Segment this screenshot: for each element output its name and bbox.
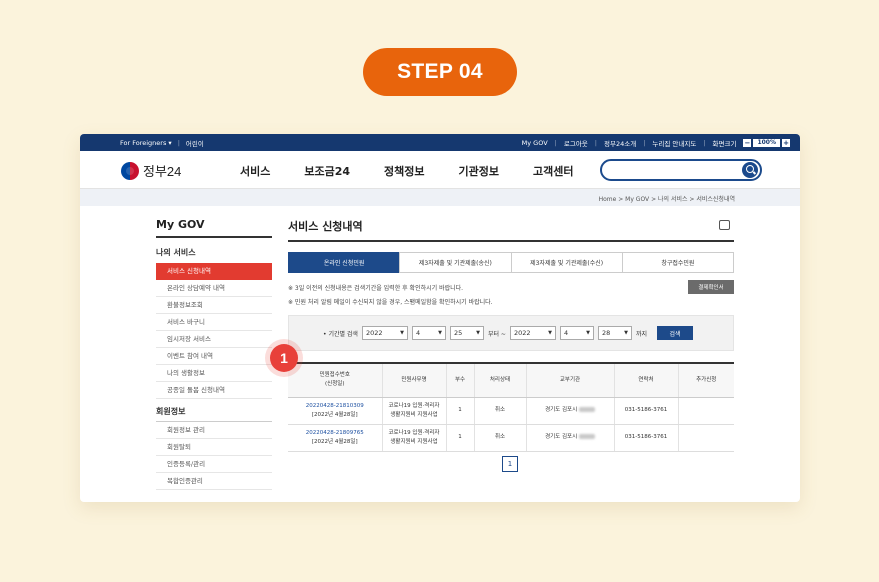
col-header-status: 처리상태 <box>473 363 526 398</box>
site-header: 정부24 서비스 보조금24 정책정보 기관정보 고객센터 <box>80 151 800 189</box>
nav-support[interactable]: 고객센터 <box>533 163 573 179</box>
for-foreigners-link[interactable]: For Foreigners ▾ <box>120 139 172 147</box>
tab-third-party-received[interactable]: 제3자제출 및 기관제출(수신) <box>510 252 623 273</box>
page-title: 서비스 신청내역 <box>288 218 734 242</box>
receipt-number-link[interactable]: 20220428-21810309 <box>306 403 364 409</box>
to-day-select[interactable]: 28 ▼ <box>597 326 632 340</box>
logo-text: 정부24 <box>143 164 182 179</box>
table-header-row: 민원접수번호 (신청일) 민원사무명 부수 처리상태 교부기관 연락처 추가신청 <box>288 363 734 398</box>
sidebar-item-life-info[interactable]: 나의 생활정보 <box>156 365 272 382</box>
step-badge: STEP 04 <box>363 48 517 96</box>
col-header-receipt-no: 민원접수번호 (신청일) <box>288 363 382 398</box>
col-header-agency: 교부기관 <box>525 363 614 398</box>
sidebar-item-member-manage[interactable]: 회원정보 관리 <box>156 422 272 439</box>
logout-link[interactable]: 로그아웃 <box>564 138 588 148</box>
search-button[interactable]: 검색 <box>657 326 693 340</box>
sidebar-item-temp-saved[interactable]: 임시저장 서비스 <box>156 331 272 348</box>
redacted-text <box>578 407 595 413</box>
print-icon[interactable] <box>719 220 730 230</box>
from-month-select[interactable]: 4 ▼ <box>411 326 446 340</box>
main-nav: 서비스 보조금24 정책정보 기관정보 고객센터 <box>240 163 608 179</box>
chevron-down-icon: ▼ <box>586 330 590 336</box>
chevron-down-icon: ▼ <box>624 330 628 336</box>
col-header-count: 부수 <box>445 363 474 398</box>
notice: ※ 3일 이전의 신청내용은 검색기간을 입력한 후 확인하시기 바랍니다. ※… <box>288 280 734 311</box>
site-logo[interactable]: 정부24 <box>121 161 181 180</box>
table-row: 20220428-21809765 [2022년 4월28일] 코로나19 입원·… <box>288 424 734 452</box>
col-header-extra: 추가신청 <box>677 363 734 398</box>
from-year-select[interactable]: 2022 ▼ <box>361 326 408 340</box>
period-filter: • 기간별 검색 2022 ▼ 4 ▼ 25 ▼ 부터 ~ 2022 ▼ 4 ▼ 28 ▼ … <box>288 315 734 351</box>
browser-window: For Foreigners ▾ | 어린이 My GOV | 로그아웃 | 정부2… <box>80 134 800 502</box>
chevron-down-icon: ▼ <box>400 330 404 336</box>
zoom-control: − 100% + <box>743 138 790 147</box>
nav-service[interactable]: 서비스 <box>240 163 270 179</box>
nav-subsidy[interactable]: 보조금24 <box>304 163 350 179</box>
search-input[interactable] <box>600 159 762 181</box>
kids-link[interactable]: 어린이 <box>186 138 204 148</box>
search-icon[interactable] <box>742 162 758 178</box>
sidebar-section-my-service: 나의 서비스 <box>156 248 196 257</box>
tab-counter[interactable]: 창구접수민원 <box>621 252 734 273</box>
sidebar-item-refund[interactable]: 환불정보조회 <box>156 297 272 314</box>
sidebar-item-care[interactable]: 공종일 돌봄 신청내역 <box>156 382 272 399</box>
sidebar-section-member: 회원정보 <box>156 406 272 422</box>
col-header-contact: 연락처 <box>613 363 678 398</box>
from-day-select[interactable]: 25 ▼ <box>449 326 484 340</box>
payment-confirm-button[interactable]: 결제확인서 <box>688 280 734 294</box>
sitemap-link[interactable]: 누리집 안내지도 <box>652 138 696 148</box>
redacted-text <box>578 434 595 440</box>
sidebar: My GOV 나의 서비스 서비스 신청내역 온라인 상담예약 내역 환불정보조… <box>156 218 272 490</box>
about-link[interactable]: 정부24소개 <box>604 138 636 148</box>
mygov-link[interactable]: My GOV <box>522 139 548 147</box>
chevron-down-icon: ▼ <box>438 330 442 336</box>
chevron-down-icon: ▼ <box>476 330 480 336</box>
notice-line-2: ※ 민원 처리 알림 메일이 수신되지 않을 경우, 스팸메일함을 확인하시기 … <box>288 299 493 306</box>
sidebar-item-cert[interactable]: 인증등록/관리 <box>156 456 272 473</box>
taegeuk-logo-icon <box>121 161 139 180</box>
filter-label: • 기간별 검색 <box>323 330 358 338</box>
zoom-out-button[interactable]: − <box>743 138 752 147</box>
application-table: 민원접수번호 (신청일) 민원사무명 부수 처리상태 교부기관 연락처 추가신청… <box>288 362 734 452</box>
main-content: 서비스 신청내역 온라인 신청민원 제3자제출 및 기관제출(송신) 제3자제출… <box>288 218 734 452</box>
from-suffix: 부터 ~ <box>487 330 506 338</box>
sidebar-item-events[interactable]: 이벤트 참여 내역 <box>156 348 272 365</box>
sidebar-item-application-history[interactable]: 서비스 신청내역 <box>156 263 272 280</box>
notice-line-1: ※ 3일 이전의 신청내용은 검색기간을 입력한 후 확인하시기 바랍니다. <box>288 285 464 292</box>
sidebar-item-basket[interactable]: 서비스 바구니 <box>156 314 272 331</box>
tab-list: 온라인 신청민원 제3자제출 및 기관제출(송신) 제3자제출 및 기관제출(수… <box>288 252 734 273</box>
tab-online[interactable]: 온라인 신청민원 <box>288 252 401 273</box>
receipt-number-link[interactable]: 20220428-21809765 <box>306 430 364 436</box>
to-year-select[interactable]: 2022 ▼ <box>509 326 556 340</box>
to-month-select[interactable]: 4 ▼ <box>559 326 594 340</box>
to-suffix: 까지 <box>635 330 647 338</box>
sidebar-item-consult-reservation[interactable]: 온라인 상담예약 내역 <box>156 280 272 297</box>
nav-policy[interactable]: 정책정보 <box>384 163 424 179</box>
sidebar-item-multi-cert[interactable]: 복합인증관리 <box>156 473 272 490</box>
sidebar-title: My GOV <box>156 218 272 238</box>
top-utility-bar: For Foreigners ▾ | 어린이 My GOV | 로그아웃 | 정부2… <box>80 134 800 151</box>
step-marker-1: 1 <box>270 344 298 372</box>
nav-agency[interactable]: 기관정보 <box>459 163 499 179</box>
chevron-down-icon: ▼ <box>548 330 552 336</box>
table-row: 20220428-21810309 [2022년 4월28일] 코로나19 입원·… <box>288 397 734 425</box>
zoom-value: 100% <box>753 138 780 147</box>
zoom-in-button[interactable]: + <box>782 138 790 147</box>
screen-size-label: 화면크기 <box>712 139 737 148</box>
pagination-page-1[interactable]: 1 <box>502 456 518 472</box>
sidebar-item-withdraw[interactable]: 회원탈퇴 <box>156 439 272 456</box>
col-header-name: 민원사무명 <box>381 363 446 398</box>
tab-third-party-sent[interactable]: 제3자제출 및 기관제출(송신) <box>399 252 512 273</box>
breadcrumb: Home > My GOV > 나의 서비스 > 서비스신청내역 <box>80 189 800 206</box>
